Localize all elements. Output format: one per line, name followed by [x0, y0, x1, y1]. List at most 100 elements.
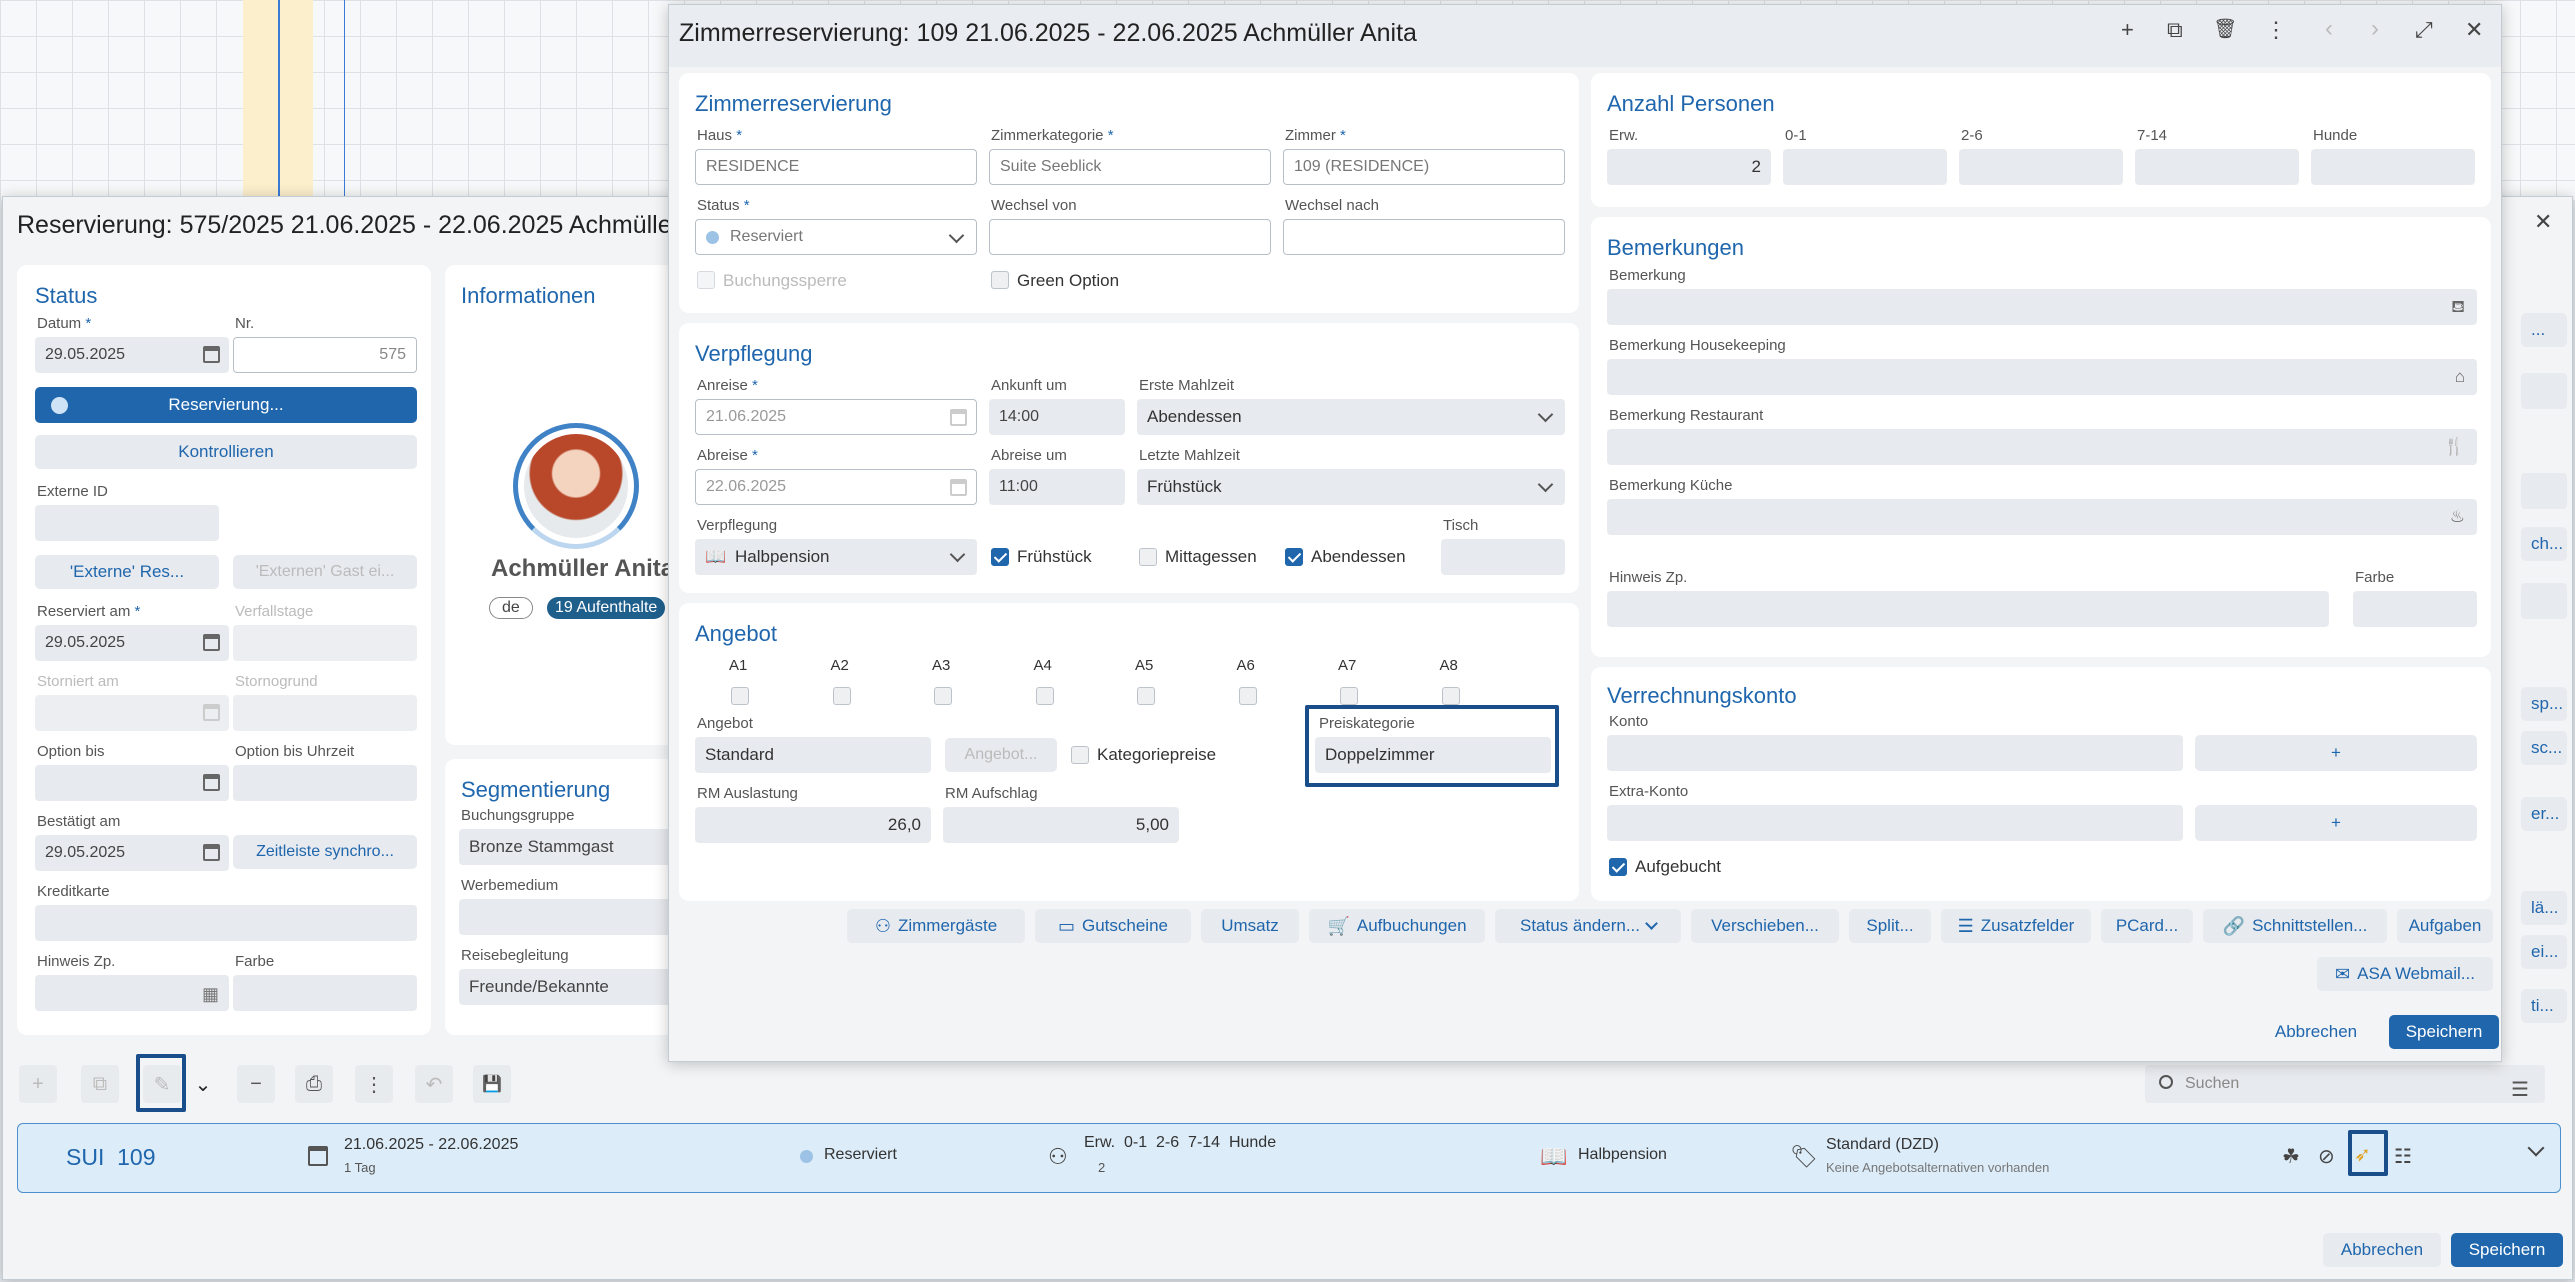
wechsel-von-field[interactable]	[989, 219, 1271, 255]
room-save-button[interactable]: Speichern	[2389, 1015, 2499, 1049]
personen-field[interactable]: 2	[1607, 149, 1771, 185]
calendar-icon[interactable]	[950, 479, 967, 496]
copy-icon[interactable]: ⧉	[2167, 17, 2183, 43]
personen-field[interactable]	[1959, 149, 2123, 185]
konto-field[interactable]	[1607, 735, 2183, 771]
konto-add-button[interactable]: +	[2195, 735, 2477, 771]
angebot-col-checkbox[interactable]	[934, 687, 952, 705]
side-field-3[interactable]	[2521, 583, 2567, 619]
side-button-8[interactable]: ti...	[2521, 989, 2567, 1023]
erste-mahlzeit-select[interactable]: Abendessen	[1137, 399, 1565, 435]
angebot-col-checkbox[interactable]	[1441, 687, 1460, 705]
side-button-2[interactable]: ch...	[2521, 527, 2567, 561]
split-button[interactable]: Split...	[1849, 909, 1931, 943]
umsatz-button[interactable]: Umsatz	[1201, 909, 1299, 943]
mittagessen-checkbox[interactable]	[1139, 548, 1157, 566]
side-button-4[interactable]: sc...	[2521, 731, 2567, 765]
undo-button[interactable]: ↶	[415, 1065, 453, 1103]
kreditkarte-field[interactable]	[35, 905, 417, 941]
option-bis-field[interactable]	[35, 765, 229, 801]
personen-field[interactable]	[1783, 149, 1947, 185]
side-button-1[interactable]: ...	[2521, 313, 2567, 347]
side-field-2[interactable]	[2521, 473, 2567, 509]
copy-button[interactable]: ⧉	[81, 1065, 119, 1103]
side-button-5[interactable]: er...	[2521, 797, 2567, 831]
fruehstueck-checkbox[interactable]	[991, 548, 1009, 566]
zimmergaeste-button[interactable]: ⚇ Zimmergäste	[847, 909, 1025, 943]
extra-konto-field[interactable]	[1607, 805, 2183, 841]
fullscreen-icon[interactable]: ⤢	[2415, 17, 2433, 43]
werbemedium-field[interactable]	[459, 899, 675, 935]
room-reservation-row[interactable]: SUI 109 21.06.2025 - 22.06.2025 1 Tag Re…	[17, 1123, 2561, 1193]
filter-icon[interactable]: ☰	[2511, 1077, 2529, 1102]
side-button-6[interactable]: lä...	[2521, 891, 2567, 925]
abreise-um-field[interactable]: 11:00	[989, 469, 1125, 505]
extra-konto-add-button[interactable]: +	[2195, 805, 2477, 841]
gutscheine-button[interactable]: ▭ Gutscheine	[1035, 909, 1191, 943]
status-aendern-button[interactable]: Status ändern...	[1495, 909, 1681, 943]
save-icon-button[interactable]: 💾	[473, 1065, 511, 1103]
kontrollieren-button[interactable]: Kontrollieren	[35, 435, 417, 469]
kueche-field[interactable]: ♨	[1607, 499, 2477, 535]
rm-aufschlag-field[interactable]: 5,00	[943, 807, 1179, 843]
anreise-field[interactable]: 21.06.2025	[695, 399, 977, 435]
reserviert-am-field[interactable]: 29.05.2025	[35, 625, 229, 661]
more-button[interactable]: ⋮	[355, 1065, 393, 1103]
cancel-button[interactable]: Abbrechen	[2323, 1233, 2441, 1267]
personen-field[interactable]	[2311, 149, 2475, 185]
letzte-mahlzeit-select[interactable]: Frühstück	[1137, 469, 1565, 505]
aufbuchungen-button[interactable]: 🛒 Aufbuchungen	[1309, 909, 1485, 943]
kategorie-field[interactable]: Suite Seeblick	[989, 149, 1271, 185]
next-icon[interactable]: ›	[2371, 15, 2379, 43]
add-button[interactable]: +	[19, 1065, 57, 1103]
bestaetigt-am-field[interactable]: 29.05.2025	[35, 835, 229, 871]
asa-webmail-button[interactable]: ✉ ASA Webmail...	[2317, 957, 2493, 991]
aufgaben-button[interactable]: Aufgaben	[2397, 909, 2493, 943]
angebot-col-checkbox[interactable]	[1340, 687, 1358, 705]
close-icon[interactable]: ✕	[2465, 17, 2483, 43]
minus-button[interactable]: −	[237, 1065, 275, 1103]
ankunft-field[interactable]: 14:00	[989, 399, 1125, 435]
calendar-icon[interactable]	[950, 409, 967, 426]
aufgebucht-checkbox[interactable]	[1609, 858, 1627, 876]
zeitleiste-button[interactable]: Zeitleiste synchro...	[233, 835, 417, 869]
datum-field[interactable]: 29.05.2025	[35, 337, 229, 373]
verpflegung-select[interactable]: 📖 Halbpension	[695, 539, 977, 575]
rm-auslastung-field[interactable]: 26,0	[695, 807, 931, 843]
option-bis-uhrzeit-field[interactable]	[233, 765, 417, 801]
reservierung-button[interactable]: Reservierung...	[35, 387, 417, 423]
abreise-field[interactable]: 22.06.2025	[695, 469, 977, 505]
farbe-field[interactable]	[2353, 591, 2477, 627]
search-input[interactable]: Suchen	[2145, 1065, 2545, 1103]
tisch-field[interactable]	[1441, 539, 1565, 575]
prev-icon[interactable]: ‹	[2325, 15, 2333, 43]
trash-icon[interactable]: 🗑	[2213, 17, 2237, 41]
schnittstellen-button[interactable]: 🔗 Schnittstellen...	[2203, 909, 2387, 943]
hinweis-zp-field[interactable]	[1607, 591, 2329, 627]
more-icon[interactable]: ⋮	[2265, 17, 2287, 43]
angebot-col-checkbox[interactable]	[731, 687, 749, 705]
edit-menu-chevron[interactable]: ⌄	[189, 1065, 217, 1103]
side-button-7[interactable]: ei...	[2521, 935, 2567, 969]
angebot-field[interactable]: Standard	[695, 737, 931, 773]
bemerkung-field[interactable]: ⛾	[1607, 289, 2477, 325]
kategoriepreise-checkbox[interactable]	[1071, 746, 1089, 764]
save-button[interactable]: Speichern	[2451, 1233, 2563, 1267]
calendar-icon[interactable]	[203, 774, 220, 791]
zusatzfelder-button[interactable]: ☰ Zusatzfelder	[1941, 909, 2091, 943]
haus-field[interactable]: RESIDENCE	[695, 149, 977, 185]
abendessen-checkbox[interactable]	[1285, 548, 1303, 566]
green-option-checkbox[interactable]	[991, 271, 1009, 289]
buchungsgruppe-field[interactable]: Bronze Stammgast	[459, 829, 675, 865]
nr-field[interactable]: 575	[233, 337, 417, 373]
status-select[interactable]: Reserviert	[695, 219, 977, 255]
angebot-col-checkbox[interactable]	[832, 687, 851, 705]
no-entry-icon[interactable]: ⊘	[2318, 1144, 2335, 1169]
add-icon[interactable]: +	[2121, 17, 2134, 43]
farbe-field[interactable]	[233, 975, 417, 1011]
housekeeping-field[interactable]: ⌂	[1607, 359, 2477, 395]
zimmer-field[interactable]: 109 (RESIDENCE)	[1283, 149, 1565, 185]
calendar-icon[interactable]	[203, 346, 220, 363]
externe-id-field[interactable]	[35, 505, 219, 541]
calendar-icon[interactable]	[203, 634, 220, 651]
